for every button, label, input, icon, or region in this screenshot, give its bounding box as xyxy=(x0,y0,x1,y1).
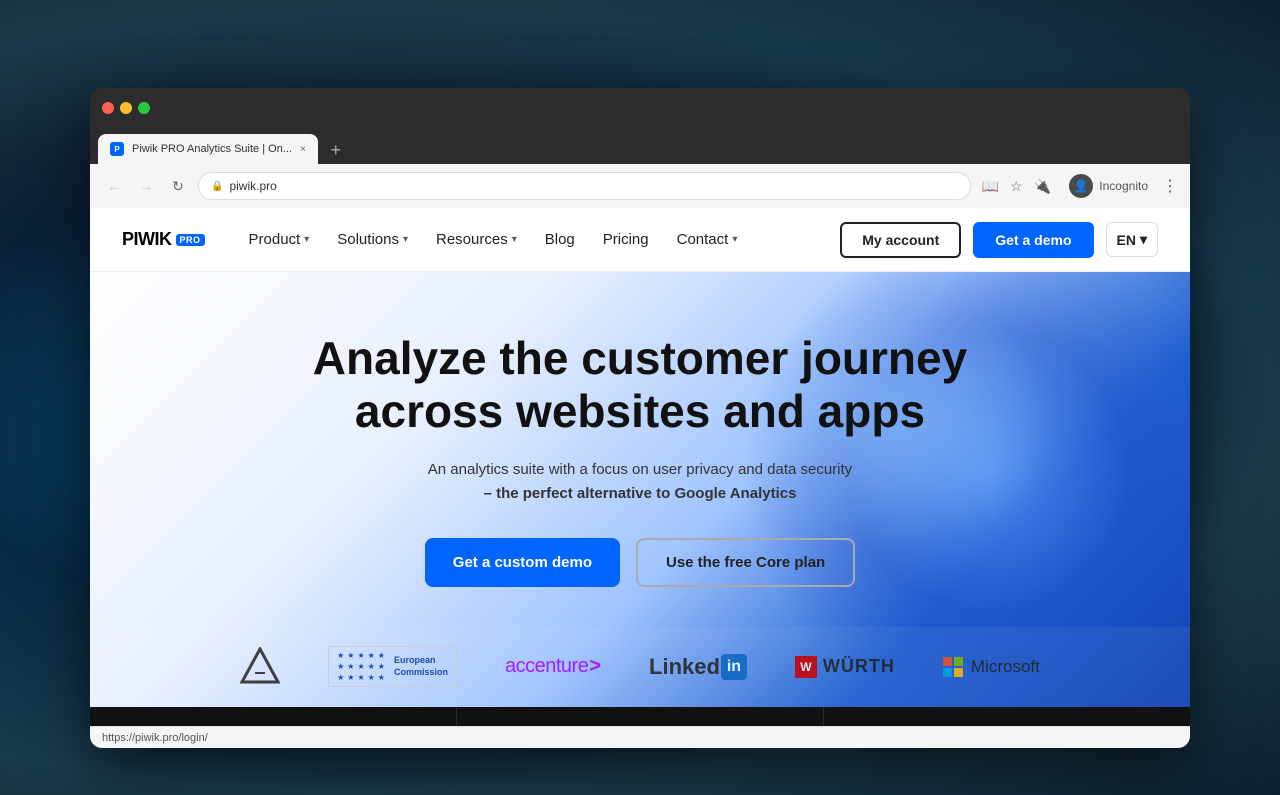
active-tab[interactable]: P Piwik PRO Analytics Suite | On... × xyxy=(98,134,318,164)
browser-menu-button[interactable]: ⋮ xyxy=(1162,176,1178,196)
extension-icon[interactable]: 🔌 xyxy=(1031,175,1053,197)
client-logo-european-commission: ★★★★★ ★★★★★ ★★★★★ EuropeanCommission xyxy=(328,651,457,683)
browser-status-bar: https://piwik.pro/login/ xyxy=(90,726,1190,748)
client-logos-section: ★★★★★ ★★★★★ ★★★★★ EuropeanCommission acc… xyxy=(90,627,1190,707)
new-tab-button[interactable]: + xyxy=(322,136,350,164)
tab-bar: P Piwik PRO Analytics Suite | On... × + xyxy=(90,128,1190,164)
site-nav: PIWIK PRO Product ▾ Solutions ▾ Resource… xyxy=(90,208,1190,272)
client-logo-accenture: accenture > xyxy=(505,651,601,683)
minimize-window-button[interactable] xyxy=(120,102,132,114)
nav-blog-label: Blog xyxy=(545,231,575,248)
product-chevron-icon: ▾ xyxy=(304,234,309,245)
logo-text: PIWIK xyxy=(122,229,172,250)
nav-pricing-label: Pricing xyxy=(603,231,649,248)
logo-pro-badge: PRO xyxy=(176,234,205,246)
hero-title-line2: across websites and apps xyxy=(355,385,925,437)
nav-solutions[interactable]: Solutions ▾ xyxy=(325,223,420,256)
contact-chevron-icon: ▾ xyxy=(732,234,737,245)
nav-pricing[interactable]: Pricing xyxy=(591,223,661,256)
address-bar-actions: 📖 ☆ 🔌 xyxy=(979,175,1053,197)
tab-title: Piwik PRO Analytics Suite | On... xyxy=(132,143,292,155)
nav-product[interactable]: Product ▾ xyxy=(237,223,322,256)
url-bar[interactable]: 🔒 piwik.pro xyxy=(198,172,971,200)
client-logo-wurth: W WÜRTH xyxy=(795,651,895,683)
resources-chevron-icon: ▾ xyxy=(512,234,517,245)
nav-contact-label: Contact xyxy=(677,231,729,248)
incognito-label: Incognito xyxy=(1099,179,1148,193)
site-logo[interactable]: PIWIK PRO xyxy=(122,229,205,250)
browser-window: P Piwik PRO Analytics Suite | On... × + … xyxy=(90,88,1190,748)
back-button[interactable]: ← xyxy=(102,174,126,198)
get-demo-button[interactable]: Get a demo xyxy=(973,222,1093,258)
nav-product-label: Product xyxy=(249,231,301,248)
nav-actions: My account Get a demo EN ▾ xyxy=(840,222,1158,258)
nav-resources[interactable]: Resources ▾ xyxy=(424,223,529,256)
hero-title: Analyze the customer journey across webs… xyxy=(313,332,967,438)
hero-title-line1: Analyze the customer journey xyxy=(313,332,967,384)
address-bar: ← → ↻ 🔒 piwik.pro 📖 ☆ 🔌 👤 Incognito ⋮ xyxy=(90,164,1190,208)
browser-chrome xyxy=(90,88,1190,128)
incognito-section: 👤 Incognito xyxy=(1069,174,1148,198)
hero-buttons: Get a custom demo Use the free Core plan xyxy=(313,538,967,587)
client-logo-credit-agricole xyxy=(240,651,280,683)
close-window-button[interactable] xyxy=(102,102,114,114)
lang-chevron-icon: ▾ xyxy=(1140,231,1147,248)
language-selector[interactable]: EN ▾ xyxy=(1106,222,1158,257)
solutions-chevron-icon: ▾ xyxy=(403,234,408,245)
incognito-avatar: 👤 xyxy=(1069,174,1093,198)
hero-subtitle-bold: – the perfect alternative to Google Anal… xyxy=(484,485,797,502)
nav-contact[interactable]: Contact ▾ xyxy=(665,223,750,256)
hero-subtitle: An analytics suite with a focus on user … xyxy=(313,458,967,506)
tab-favicon: P xyxy=(110,142,124,156)
language-label: EN xyxy=(1117,232,1136,248)
nav-blog[interactable]: Blog xyxy=(533,223,587,256)
lock-icon: 🔒 xyxy=(211,181,223,192)
client-logo-microsoft: Microsoft xyxy=(943,651,1040,683)
website-content: PIWIK PRO Product ▾ Solutions ▾ Resource… xyxy=(90,208,1190,748)
read-mode-icon[interactable]: 📖 xyxy=(979,175,1001,197)
hero-content: Analyze the customer journey across webs… xyxy=(313,272,967,627)
my-account-button[interactable]: My account xyxy=(840,222,961,258)
star-icon[interactable]: ☆ xyxy=(1005,175,1027,197)
client-logo-linkedin: Linked in xyxy=(649,651,747,683)
tab-close-button[interactable]: × xyxy=(300,144,306,155)
url-text: piwik.pro xyxy=(229,179,276,193)
nav-resources-label: Resources xyxy=(436,231,508,248)
get-custom-demo-button[interactable]: Get a custom demo xyxy=(425,538,620,587)
use-free-core-plan-button[interactable]: Use the free Core plan xyxy=(636,538,855,587)
maximize-window-button[interactable] xyxy=(138,102,150,114)
hero-section: Analyze the customer journey across webs… xyxy=(90,272,1190,748)
hero-subtitle-text: An analytics suite with a focus on user … xyxy=(428,461,852,478)
refresh-button[interactable]: ↻ xyxy=(166,174,190,198)
forward-button[interactable]: → xyxy=(134,174,158,198)
nav-solutions-label: Solutions xyxy=(337,231,399,248)
traffic-lights xyxy=(102,102,150,114)
status-url: https://piwik.pro/login/ xyxy=(102,732,208,744)
nav-links: Product ▾ Solutions ▾ Resources ▾ Blog P… xyxy=(237,223,841,256)
